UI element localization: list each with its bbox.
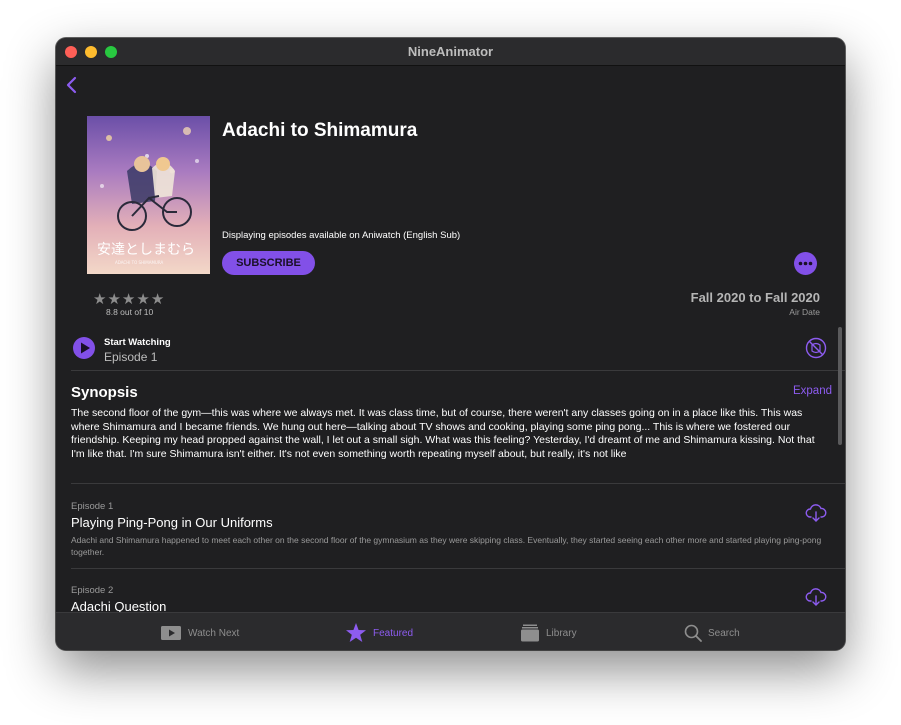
window-title: NineAnimator bbox=[407, 44, 494, 59]
source-note: Displaying episodes available on Aniwatc… bbox=[222, 230, 461, 241]
episode-number: Episode 2 bbox=[71, 585, 114, 596]
star-icon: ★ bbox=[150, 291, 166, 308]
tab-label: Library bbox=[546, 627, 577, 639]
start-watching-button[interactable] bbox=[73, 337, 95, 359]
search-icon bbox=[684, 624, 702, 642]
star-icon: ★ bbox=[107, 291, 122, 308]
rating-text: 8.8 out of 10 bbox=[106, 307, 154, 317]
start-watching-episode[interactable]: Episode 1 bbox=[104, 350, 157, 364]
episode-row[interactable]: Episode 2 Adachi Question bbox=[71, 585, 831, 614]
anime-title: Adachi to Shimamura bbox=[222, 120, 418, 141]
tab-label: Watch Next bbox=[188, 627, 240, 639]
air-date-label: Air Date bbox=[789, 307, 820, 317]
section-divider bbox=[71, 483, 845, 484]
tab-label: Search bbox=[708, 627, 740, 639]
app-window: NineAnimator 安達としまむら ADACHI TO SHIMAMURA… bbox=[56, 38, 845, 650]
tab-label: Featured bbox=[373, 627, 414, 639]
section-divider bbox=[71, 370, 845, 371]
title-bar: NineAnimator bbox=[56, 38, 845, 66]
tab-featured[interactable]: Featured bbox=[345, 623, 413, 643]
play-tv-icon bbox=[161, 626, 181, 640]
svg-text:ADACHI TO SHIMAMURA: ADACHI TO SHIMAMURA bbox=[115, 260, 163, 265]
synopsis-title: Synopsis bbox=[71, 384, 138, 401]
tab-library[interactable]: Library bbox=[520, 623, 577, 643]
expand-synopsis-button[interactable]: Expand bbox=[793, 385, 832, 397]
start-watching-label[interactable]: Start Watching bbox=[104, 337, 171, 348]
star-icon bbox=[346, 623, 366, 642]
episode-number: Episode 1 bbox=[71, 501, 114, 512]
library-icon bbox=[521, 624, 539, 642]
more-options-button[interactable] bbox=[794, 252, 817, 275]
cloud-download-icon[interactable] bbox=[805, 503, 827, 523]
anime-detail-view: 安達としまむら ADACHI TO SHIMAMURA Adachi to Sh… bbox=[56, 67, 845, 614]
episode-row[interactable]: Episode 1 Playing Ping-Pong in Our Unifo… bbox=[71, 501, 831, 558]
section-divider bbox=[71, 568, 845, 569]
tab-watch-next[interactable]: Watch Next bbox=[160, 623, 239, 643]
cover-title-text: 安達としまむら bbox=[97, 242, 195, 258]
rating-stars: ★★★★★ bbox=[93, 290, 165, 308]
star-icon: ★ bbox=[93, 291, 108, 308]
tab-bar: Watch Next Featured Library Search bbox=[56, 612, 845, 650]
synopsis-text: The second floor of the gym—this was whe… bbox=[71, 407, 815, 460]
play-icon bbox=[81, 342, 90, 354]
anime-cover-image: 安達としまむら ADACHI TO SHIMAMURA bbox=[87, 116, 210, 274]
cloud-download-icon[interactable] bbox=[805, 587, 827, 607]
ellipsis-icon bbox=[798, 261, 813, 266]
air-date-range: Fall 2020 to Fall 2020 bbox=[690, 290, 820, 305]
episode-description: Adachi and Shimamura happened to meet ea… bbox=[71, 535, 822, 557]
subscribe-button[interactable]: SUBSCRIBE bbox=[222, 251, 315, 275]
tab-search[interactable]: Search bbox=[684, 623, 740, 643]
tracking-disabled-icon[interactable] bbox=[805, 337, 827, 359]
star-icon: ★ bbox=[136, 291, 151, 308]
star-icon: ★ bbox=[121, 291, 137, 308]
vertical-scrollbar[interactable] bbox=[838, 327, 842, 445]
episode-title: Playing Ping-Pong in Our Uniforms bbox=[71, 515, 273, 530]
back-chevron-icon[interactable] bbox=[65, 76, 79, 94]
